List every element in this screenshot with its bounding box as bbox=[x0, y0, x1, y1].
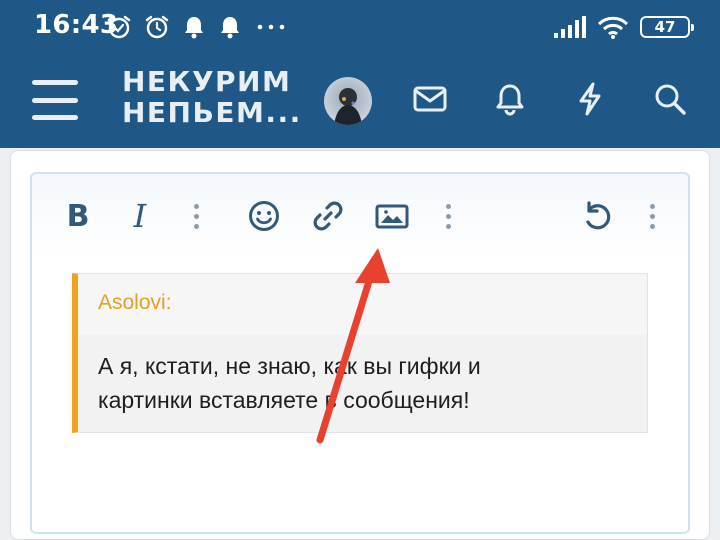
more-format-button[interactable] bbox=[176, 196, 216, 236]
image-icon bbox=[375, 204, 409, 229]
more-dots-icon bbox=[257, 24, 285, 30]
insert-image-button[interactable] bbox=[372, 196, 412, 236]
notification-bell-icon bbox=[221, 17, 239, 39]
wifi-icon bbox=[597, 16, 629, 39]
site-header: НЕКУРИМ НЕПЬЕМ... bbox=[0, 56, 720, 148]
undo-button[interactable] bbox=[578, 196, 618, 236]
emoji-button[interactable] bbox=[244, 196, 284, 236]
status-icons-left bbox=[106, 12, 288, 42]
alerts-button[interactable] bbox=[489, 78, 531, 120]
status-icons-right: 47 bbox=[552, 12, 694, 42]
more-vertical-icon bbox=[445, 203, 451, 229]
bold-button[interactable]: B bbox=[58, 196, 98, 236]
search-button[interactable] bbox=[649, 78, 691, 120]
quote-line-2: картинки вставляете в сообщения! bbox=[98, 387, 470, 413]
more-vertical-icon bbox=[649, 203, 655, 229]
menu-icon-bar bbox=[32, 115, 78, 120]
lightning-icon bbox=[579, 82, 601, 116]
bell-icon bbox=[496, 84, 524, 116]
editor-toolbar: B I bbox=[32, 174, 688, 258]
quote-body: А я, кстати, не знаю, как вы гифки и кар… bbox=[78, 335, 647, 432]
battery-level: 47 bbox=[654, 18, 676, 36]
smiley-icon bbox=[249, 201, 279, 231]
alarm-icon bbox=[107, 15, 131, 39]
undo-icon bbox=[586, 201, 611, 230]
menu-icon-bar bbox=[32, 97, 78, 103]
mail-icon bbox=[413, 86, 447, 112]
more-vertical-icon bbox=[193, 203, 199, 229]
more-insert-button[interactable] bbox=[428, 196, 468, 236]
logo-line-2: НЕПЬЕМ... bbox=[122, 96, 302, 129]
signal-icon bbox=[554, 16, 586, 38]
menu-button[interactable] bbox=[32, 80, 78, 120]
logo-line-1: НЕКУРИМ bbox=[122, 65, 292, 98]
quote-line-1: А я, кстати, не знаю, как вы гифки и bbox=[98, 353, 481, 379]
quote-author: Asolovi: bbox=[78, 274, 647, 335]
quote-block: Asolovi: А я, кстати, не знаю, как вы ги… bbox=[72, 273, 648, 433]
menu-icon-bar bbox=[32, 80, 78, 85]
italic-button[interactable]: I bbox=[120, 196, 160, 236]
mail-button[interactable] bbox=[409, 78, 451, 120]
user-avatar[interactable] bbox=[324, 77, 372, 125]
status-bar: 16:43 47 bbox=[0, 0, 720, 56]
battery-indicator: 47 bbox=[640, 16, 694, 38]
app-top-bar: 16:43 47 НЕКУРИМ НЕПЬЕМ... bbox=[0, 0, 720, 148]
link-icon bbox=[313, 201, 343, 231]
search-icon bbox=[655, 84, 686, 115]
whats-new-button[interactable] bbox=[569, 78, 611, 120]
notification-bell-icon bbox=[185, 17, 203, 39]
more-options-button[interactable] bbox=[632, 196, 672, 236]
avatar-image bbox=[324, 77, 372, 125]
alarm-clock-icon bbox=[145, 15, 169, 39]
link-button[interactable] bbox=[308, 196, 348, 236]
site-logo[interactable]: НЕКУРИМ НЕПЬЕМ... bbox=[122, 66, 302, 128]
